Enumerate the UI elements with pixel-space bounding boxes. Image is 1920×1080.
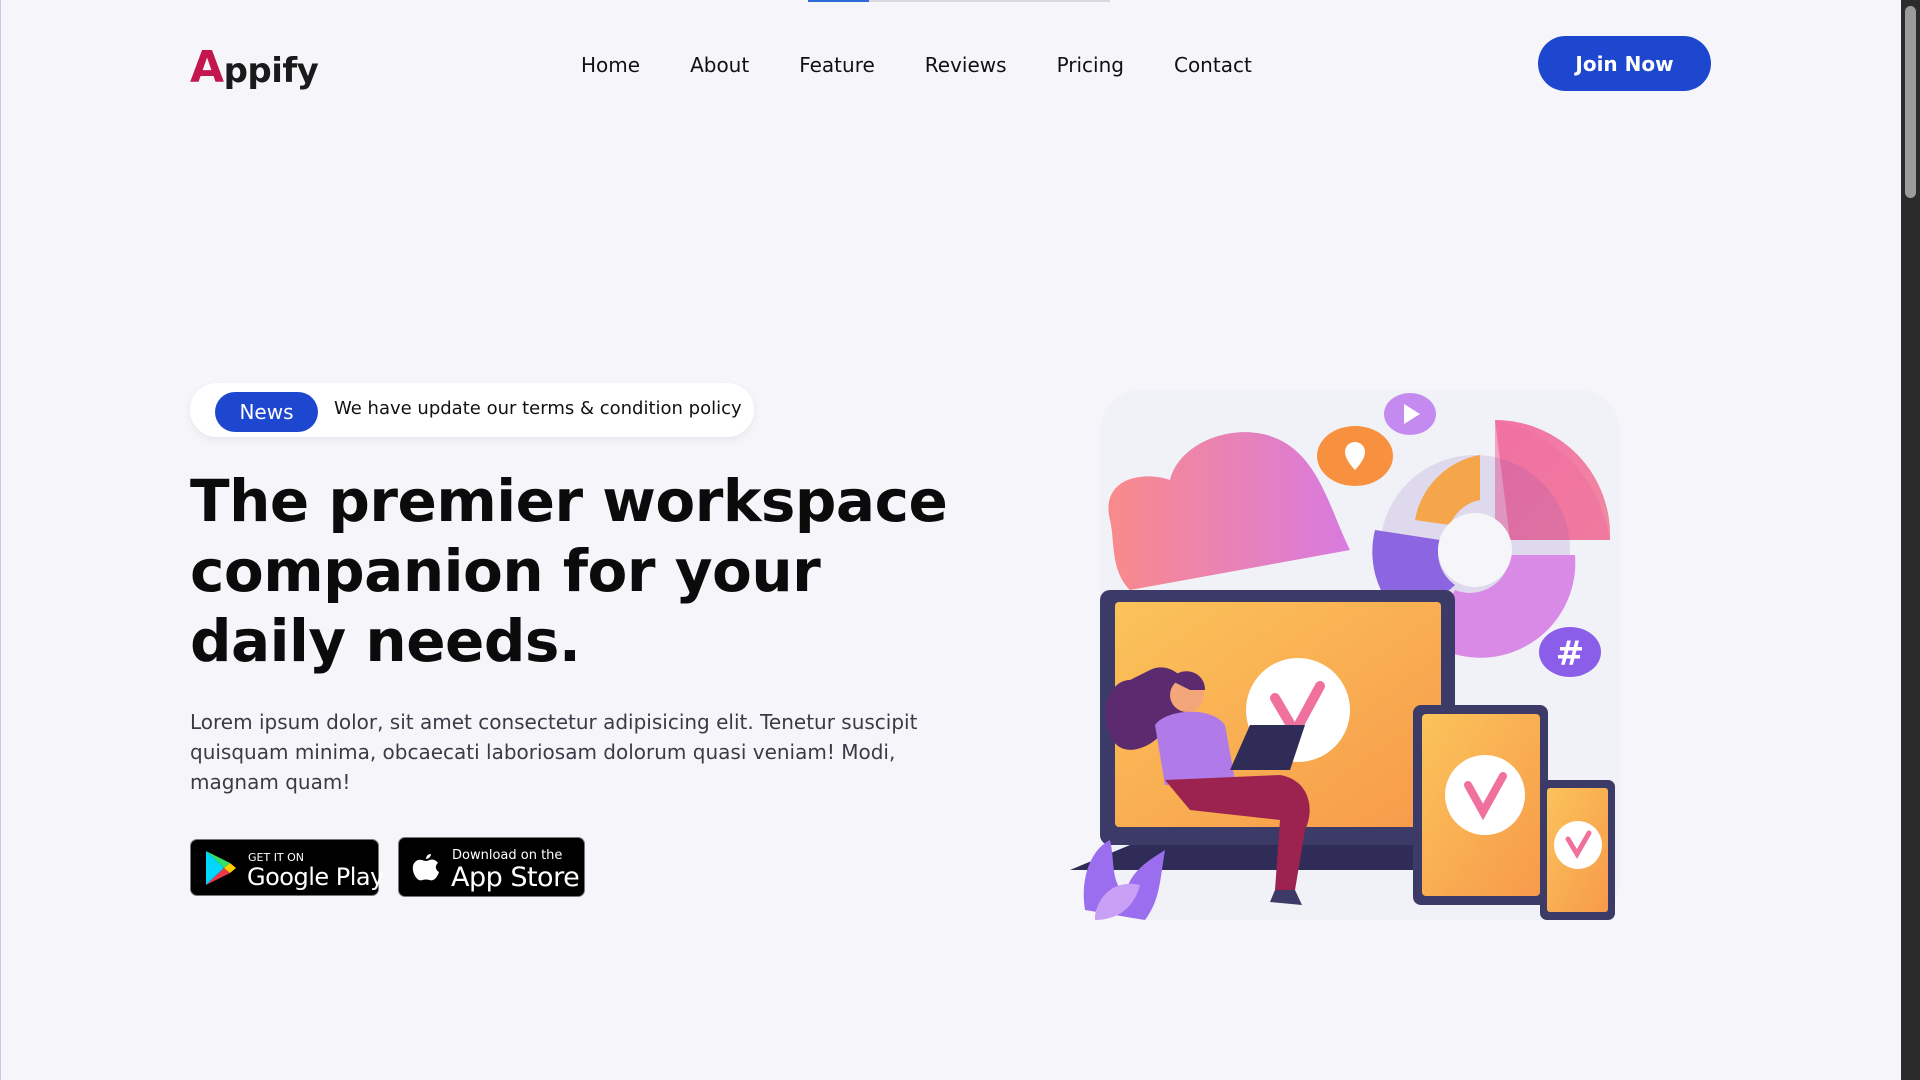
news-badge: News [215, 392, 318, 432]
logo-text: ppify [223, 51, 319, 91]
hero-description: Lorem ipsum dolor, sit amet consectetur … [190, 710, 918, 794]
google-play-label: Google Play [247, 863, 384, 891]
nav-reviews[interactable]: Reviews [925, 53, 1007, 77]
logo-initial: A [190, 42, 224, 93]
app-store-label: App Store [451, 862, 580, 893]
google-play-icon [206, 851, 236, 885]
app-store-button[interactable]: Download on the App Store [398, 837, 585, 897]
svg-text:#: # [1556, 634, 1585, 674]
news-banner[interactable]: News We have update our terms & conditio… [190, 383, 754, 437]
join-now-button[interactable]: Join Now [1538, 36, 1711, 91]
main-nav: Home About Feature Reviews Pricing Conta… [581, 53, 1302, 77]
apple-icon [412, 854, 439, 881]
top-progress-indicator [808, 0, 1110, 2]
workspace-devices-illustration: # [1070, 390, 1620, 920]
hero-title: The premier workspace companion for your… [190, 467, 948, 675]
logo[interactable]: Appify [190, 42, 319, 93]
nav-feature[interactable]: Feature [799, 53, 875, 77]
nav-pricing[interactable]: Pricing [1057, 53, 1124, 77]
google-play-button[interactable]: GET IT ON Google Play [190, 839, 384, 896]
app-store-small-label: Download on the [452, 848, 563, 863]
site-header: Appify Home About Feature Reviews Pricin… [190, 36, 1711, 93]
page-left-edge [0, 0, 1, 1080]
page-scrollbar[interactable] [1901, 0, 1920, 1080]
nav-home[interactable]: Home [581, 53, 640, 77]
nav-contact[interactable]: Contact [1174, 53, 1252, 77]
scrollbar-thumb[interactable] [1905, 6, 1916, 198]
nav-about[interactable]: About [690, 53, 749, 77]
news-text: We have update our terms & condition pol… [334, 398, 742, 419]
